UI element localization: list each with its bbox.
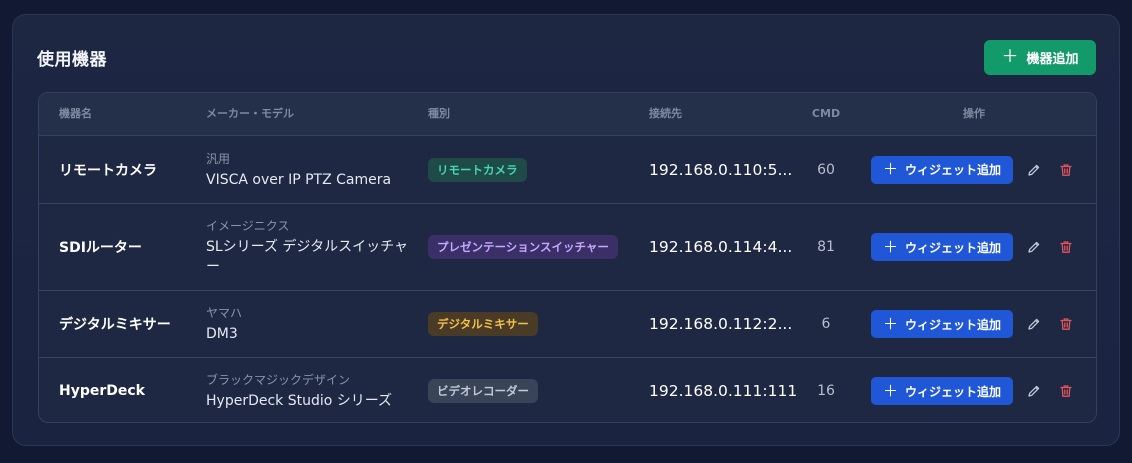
plus-icon: ＋ (882, 237, 898, 256)
connection-address: 192.168.0.114:4... (649, 238, 793, 256)
table-row: HyperDeck ブラックマジックデザイン HyperDeck Studio … (39, 358, 1096, 422)
maker-name: ヤマハ (206, 306, 243, 320)
add-device-button[interactable]: ＋ 機器追加 (984, 40, 1096, 75)
add-widget-label: ウィジェット追加 (905, 163, 1002, 177)
devices-table: 機器名 メーカー・モデル 種別 接続先 CMD 操作 リモートカメラ 汎用 VI… (38, 92, 1097, 423)
type-cell: ビデオレコーダー (428, 358, 538, 422)
table-row: デジタルミキサー ヤマハ DM3 デジタルミキサー 192.168.0.112:… (39, 291, 1096, 358)
cmd-count: 81 (817, 239, 835, 255)
actions-cell: ＋ ウィジェット追加 (871, 204, 1077, 290)
add-widget-button[interactable]: ＋ ウィジェット追加 (871, 310, 1013, 338)
plus-icon: ＋ (882, 314, 898, 333)
table-row: リモートカメラ 汎用 VISCA over IP PTZ Camera リモート… (39, 136, 1096, 204)
cmd-count: 16 (817, 383, 835, 399)
header-maker-model: メーカー・モデル (206, 107, 294, 120)
actions-cell: ＋ ウィジェット追加 (871, 358, 1077, 422)
cmd-count: 6 (821, 316, 831, 332)
devices-card: 使用機器 ＋ 機器追加 機器名 メーカー・モデル 種別 接続先 CMD 操作 リ… (12, 14, 1120, 446)
maker-name: ブラックマジックデザイン (206, 373, 351, 387)
type-cell: リモートカメラ (428, 136, 527, 203)
type-cell: デジタルミキサー (428, 291, 538, 357)
header-type: 種別 (428, 107, 450, 120)
connection-address: 192.168.0.111:1111 (649, 382, 799, 400)
maker-model-cell: イメージニクス SLシリーズ デジタルスイッチャー (206, 204, 421, 290)
add-widget-label: ウィジェット追加 (905, 240, 1002, 255)
add-widget-button[interactable]: ＋ ウィジェット追加 (871, 155, 1013, 184)
header-actions: 操作 (963, 107, 985, 120)
device-name: リモートカメラ (59, 162, 157, 179)
pencil-icon[interactable] (1023, 313, 1045, 335)
trash-icon[interactable] (1055, 159, 1077, 181)
trash-icon[interactable] (1055, 313, 1077, 335)
type-badge: リモートカメラ (428, 157, 527, 182)
header-cmd: CMD (811, 107, 841, 120)
pencil-icon[interactable] (1023, 236, 1045, 258)
model-name: VISCA over IP PTZ Camera (206, 171, 392, 188)
maker-model-cell: 汎用 VISCA over IP PTZ Camera (206, 136, 421, 203)
table-row: SDIルーター イメージニクス SLシリーズ デジタルスイッチャー プレゼンテー… (39, 204, 1096, 291)
connection-address: 192.168.0.112:2... (649, 315, 793, 333)
table-header: 機器名 メーカー・モデル 種別 接続先 CMD 操作 (39, 93, 1096, 136)
connection-address: 192.168.0.110:5... (649, 160, 793, 179)
header-name: 機器名 (59, 107, 92, 120)
add-widget-label: ウィジェット追加 (905, 317, 1002, 332)
pencil-icon[interactable] (1023, 380, 1045, 402)
model-name: HyperDeck Studio シリーズ (206, 393, 393, 409)
type-cell: プレゼンテーションスイッチャー (428, 204, 618, 290)
maker-model-cell: ブラックマジックデザイン HyperDeck Studio シリーズ (206, 358, 421, 422)
plus-icon: ＋ (1001, 47, 1019, 67)
maker-name: イメージニクス (206, 219, 290, 233)
header-connection: 接続先 (649, 107, 682, 120)
maker-model-cell: ヤマハ DM3 (206, 291, 421, 357)
model-name: SLシリーズ デジタルスイッチャー (206, 239, 409, 275)
pencil-icon[interactable] (1023, 159, 1045, 181)
trash-icon[interactable] (1055, 236, 1077, 258)
maker-name: 汎用 (206, 151, 231, 166)
trash-icon[interactable] (1055, 380, 1077, 402)
model-name: DM3 (206, 326, 238, 342)
add-widget-button[interactable]: ＋ ウィジェット追加 (871, 377, 1013, 405)
device-name: SDIルーター (59, 240, 142, 256)
add-widget-label: ウィジェット追加 (905, 384, 1002, 399)
add-widget-button[interactable]: ＋ ウィジェット追加 (871, 233, 1013, 261)
actions-cell: ＋ ウィジェット追加 (871, 291, 1077, 357)
cmd-count: 60 (817, 161, 835, 178)
device-name: HyperDeck (59, 383, 145, 399)
add-device-label: 機器追加 (1026, 52, 1079, 67)
type-badge: プレゼンテーションスイッチャー (428, 235, 618, 259)
actions-cell: ＋ ウィジェット追加 (871, 136, 1077, 203)
plus-icon: ＋ (882, 160, 898, 178)
type-badge: ビデオレコーダー (428, 379, 538, 403)
plus-icon: ＋ (882, 381, 898, 400)
page-title: 使用機器 (37, 50, 107, 70)
device-name: デジタルミキサー (59, 317, 171, 333)
type-badge: デジタルミキサー (428, 312, 538, 336)
